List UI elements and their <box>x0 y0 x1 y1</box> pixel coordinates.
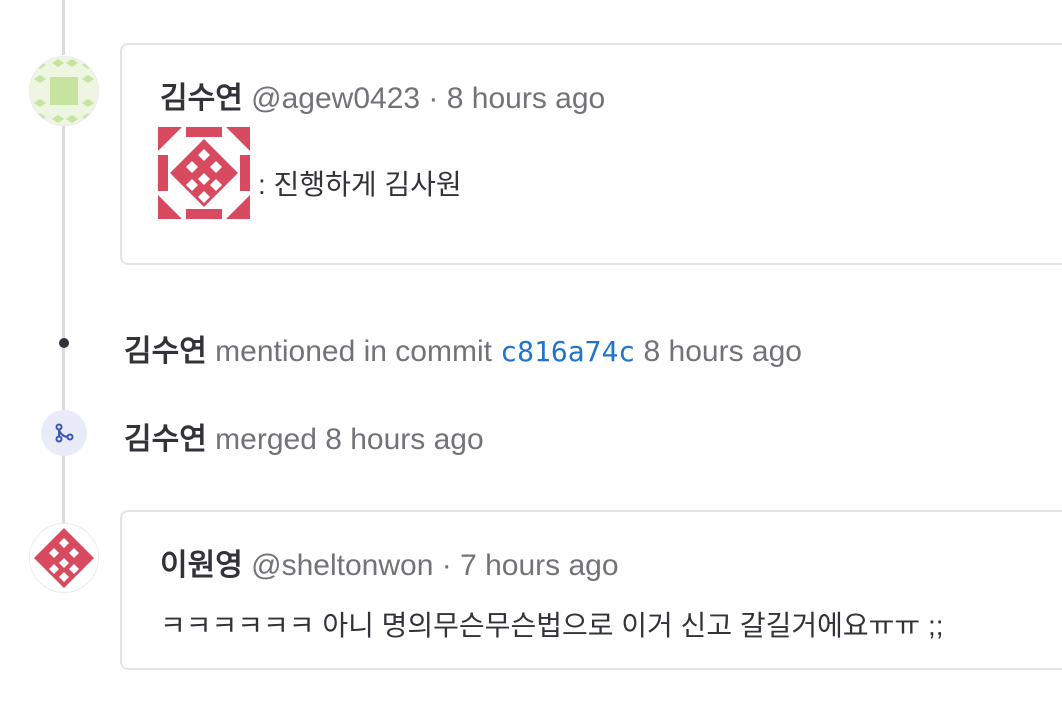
note-header: 이원영 @sheltonwon · 7 hours ago <box>160 540 619 584</box>
commit-link[interactable]: c816a74c <box>500 335 635 368</box>
avatar[interactable] <box>29 56 99 126</box>
timestamp[interactable]: 8 hours ago <box>644 335 802 368</box>
author-name[interactable]: 이원영 <box>160 549 243 582</box>
timestamp[interactable]: 7 hours ago <box>460 549 618 582</box>
note-body: ㅋㅋㅋㅋㅋㅋ 아니 명의무슨무슨법으로 이거 신고 갈길거에요ㅠㅠ ;; <box>160 610 944 641</box>
timestamp[interactable]: 8 hours ago <box>447 82 605 115</box>
note-header: 김수연 @agew0423 · 8 hours ago <box>160 73 605 117</box>
author-handle[interactable]: @sheltonwon <box>251 549 433 582</box>
author-name[interactable]: 김수연 <box>124 423 207 456</box>
author-handle[interactable]: @agew0423 <box>251 82 420 115</box>
note-card: 이원영 @sheltonwon · 7 hours ago ㅋㅋㅋㅋㅋㅋ 아니 … <box>120 510 1062 670</box>
pattern-avatar-emoji-icon <box>158 127 250 219</box>
note-card: 김수연 @agew0423 · 8 hours ago: 진행하게 김사원 <box>120 43 1062 265</box>
bullet-dot-icon <box>59 338 69 348</box>
system-note-commit: 김수연 mentioned in commit c816a74c 8 hours… <box>124 326 802 370</box>
separator: · <box>428 82 439 115</box>
author-name[interactable]: 김수연 <box>124 335 207 368</box>
timestamp[interactable]: 8 hours ago <box>325 423 483 456</box>
separator: · <box>441 549 452 582</box>
event-action: mentioned in commit <box>215 335 492 368</box>
system-note-merge: 김수연 merged 8 hours ago <box>124 414 484 458</box>
timeline-line-lower <box>62 456 65 524</box>
timeline-line-middle <box>62 125 65 410</box>
merge-icon <box>41 410 87 456</box>
timeline-line-top <box>62 0 65 55</box>
event-action: merged <box>215 423 317 456</box>
author-name[interactable]: 김수연 <box>160 82 243 115</box>
note-body: : 진행하게 김사원 <box>258 169 462 200</box>
avatar[interactable] <box>29 523 99 593</box>
